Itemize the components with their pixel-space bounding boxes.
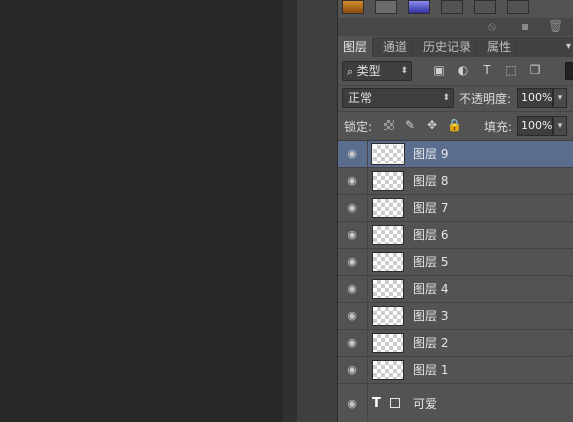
layer-name[interactable]: 图层 4 <box>413 281 448 297</box>
filter-type-dropdown[interactable]: ⌕ 类型 ⬍ <box>342 61 412 81</box>
eye-icon: ◉ <box>347 147 357 160</box>
layer-row[interactable]: ◉ 图层 3 <box>338 303 573 330</box>
clear-style-icon[interactable]: ⦸ <box>488 19 496 34</box>
blend-mode-dropdown[interactable]: 正常 ⬍ <box>342 88 454 108</box>
layer-filter-row: ⌕ 类型 ⬍ ▣ ◐ T ⬚ ❐ <box>338 57 573 86</box>
new-style-icon[interactable]: ▪ <box>521 19 529 33</box>
filter-smart-object-icon[interactable]: ❐ <box>528 62 542 78</box>
opacity-label: 不透明度: <box>459 92 512 106</box>
filter-pixel-icon[interactable]: ▣ <box>432 62 446 78</box>
trash-icon[interactable]: 🗑 <box>548 19 563 33</box>
layer-row[interactable]: ◉ 图层 4 <box>338 276 573 303</box>
layer-thumbnail <box>372 279 404 299</box>
visibility-toggle[interactable]: ◉ <box>338 249 368 275</box>
layer-row[interactable]: ◉ 图层 8 <box>338 168 573 195</box>
eye-icon: ◉ <box>347 255 357 268</box>
eye-icon: ◉ <box>347 282 357 295</box>
dropdown-arrows-icon: ⬍ <box>400 66 408 76</box>
layer-thumbnail <box>371 143 405 165</box>
layer-name[interactable]: 图层 2 <box>413 335 448 351</box>
style-swatches <box>338 0 573 18</box>
fill-label: 填充: <box>484 120 513 134</box>
lock-all-padlock-icon[interactable]: 🔒 <box>447 118 462 132</box>
filter-adjustment-icon[interactable]: ◐ <box>456 62 470 78</box>
layer-name[interactable]: 图层 1 <box>413 362 448 378</box>
text-layer-row[interactable]: ◉ T 可爱 <box>338 384 573 422</box>
eye-icon: ◉ <box>347 174 357 187</box>
layer-row[interactable]: ◉ 图层 9 <box>338 141 573 168</box>
layer-name[interactable]: 图层 3 <box>413 308 448 324</box>
eye-icon: ◉ <box>347 201 357 214</box>
lock-label: 锁定: <box>344 120 373 134</box>
visibility-toggle[interactable]: ◉ <box>338 141 368 167</box>
layer-row[interactable]: ◉ 图层 6 <box>338 222 573 249</box>
eye-icon: ◉ <box>347 363 357 376</box>
visibility-toggle[interactable]: ◉ <box>338 303 368 329</box>
layer-row[interactable]: ◉ 图层 1 <box>338 357 573 384</box>
style-swatch-empty[interactable] <box>441 0 463 14</box>
panel-tabs: 图层 通道 历史记录 属性 ▾ <box>338 37 573 58</box>
lock-position-move-icon[interactable]: ✥ <box>425 118 439 132</box>
style-swatch-orange[interactable] <box>342 0 364 14</box>
style-swatch-pattern[interactable] <box>375 0 397 14</box>
eye-icon: ◉ <box>347 336 357 349</box>
visibility-toggle[interactable]: ◉ <box>338 222 368 248</box>
layer-name[interactable]: 图层 5 <box>413 254 448 270</box>
filter-type-icon[interactable]: T <box>480 62 494 78</box>
opacity-input[interactable]: 100% <box>517 88 553 108</box>
panel-divider[interactable] <box>283 0 297 422</box>
layer-thumbnail <box>372 333 404 353</box>
layer-row[interactable]: ◉ 图层 7 <box>338 195 573 222</box>
layer-name[interactable]: 图层 6 <box>413 227 448 243</box>
layer-thumbnail <box>372 252 404 272</box>
layer-name[interactable]: 图层 7 <box>413 200 448 216</box>
eye-icon: ◉ <box>347 228 357 241</box>
visibility-toggle[interactable]: ◉ <box>338 330 368 356</box>
tab-channels[interactable]: 通道 <box>378 37 414 57</box>
visibility-toggle[interactable]: ◉ <box>338 384 368 422</box>
layer-row[interactable]: ◉ 图层 2 <box>338 330 573 357</box>
layer-thumbnail <box>372 171 404 191</box>
filter-type-label: 类型 <box>356 64 381 78</box>
tab-history[interactable]: 历史记录 <box>418 37 478 57</box>
swatch-toolbar: ⦸ ▪ 🗑 <box>338 18 573 36</box>
tab-properties[interactable]: 属性 <box>482 37 518 57</box>
layer-thumbnail <box>372 360 404 380</box>
panel-dock-gap <box>297 0 337 422</box>
layer-list: ◉ 图层 9 ◉ 图层 8 ◉ 图层 7 ◉ 图层 6 ◉ 图层 5 ◉ 图层 … <box>338 141 573 422</box>
visibility-toggle[interactable]: ◉ <box>338 276 368 302</box>
fill-slider-arrow-icon[interactable]: ▾ <box>553 116 567 136</box>
layer-name[interactable]: 可爱 <box>413 396 437 412</box>
layer-thumbnail <box>372 198 404 218</box>
style-swatch-empty[interactable] <box>474 0 496 14</box>
eye-icon: ◉ <box>347 309 357 322</box>
visibility-toggle[interactable]: ◉ <box>338 357 368 383</box>
layer-name[interactable]: 图层 9 <box>413 146 448 162</box>
visibility-toggle[interactable]: ◉ <box>338 195 368 221</box>
layers-panel: ⦸ ▪ 🗑 图层 通道 历史记录 属性 ▾ ⌕ 类型 ⬍ ▣ ◐ T ⬚ ❐ 正… <box>338 0 573 422</box>
style-swatch-blue[interactable] <box>408 0 430 14</box>
layer-thumbnail <box>372 225 404 245</box>
panel-menu-icon[interactable]: ▾ <box>566 37 571 57</box>
layer-row[interactable]: ◉ 图层 5 <box>338 249 573 276</box>
text-layer-thumbnail-icon: T <box>372 394 402 414</box>
filter-shape-icon[interactable]: ⬚ <box>504 62 518 78</box>
opacity-slider-arrow-icon[interactable]: ▾ <box>553 88 567 108</box>
filter-toggle-switch[interactable] <box>565 62 573 80</box>
layer-name[interactable]: 图层 8 <box>413 173 448 189</box>
layer-thumbnail <box>372 306 404 326</box>
lock-row: 锁定: ✎ ✥ 🔒 填充: 100% ▾ <box>338 112 573 141</box>
search-icon: ⌕ <box>347 65 357 78</box>
dropdown-arrows-icon: ⬍ <box>442 93 450 103</box>
visibility-toggle[interactable]: ◉ <box>338 168 368 194</box>
lock-pixels-brush-icon[interactable]: ✎ <box>403 118 417 132</box>
eye-icon: ◉ <box>347 396 357 410</box>
style-swatch-empty[interactable] <box>507 0 529 14</box>
blend-row: 正常 ⬍ 不透明度: 100% ▾ <box>338 86 573 112</box>
fill-input[interactable]: 100% <box>517 116 553 136</box>
blend-mode-label: 正常 <box>348 91 373 105</box>
tab-layers[interactable]: 图层 <box>338 37 374 57</box>
document-canvas-area[interactable] <box>0 0 283 422</box>
lock-transparency-icon[interactable] <box>384 120 394 130</box>
